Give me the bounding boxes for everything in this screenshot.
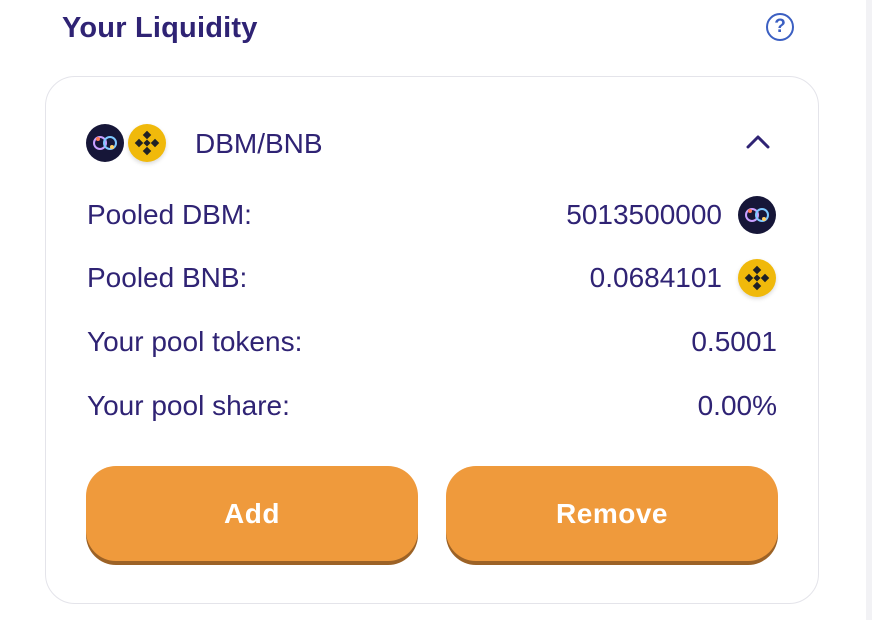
remove-button[interactable]: Remove xyxy=(446,466,778,561)
bnb-token-icon xyxy=(738,259,776,297)
pool-share-label: Your pool share: xyxy=(87,390,290,421)
pair-name: DBM/BNB xyxy=(195,128,323,159)
question-circle-icon[interactable]: ? xyxy=(766,13,794,41)
pool-tokens-value: 0.5001 xyxy=(691,326,777,357)
dbm-token-icon xyxy=(738,196,776,234)
pooled-dbm-label: Pooled DBM: xyxy=(87,199,252,230)
pooled-bnb-label: Pooled BNB: xyxy=(87,262,248,293)
dbm-token-icon xyxy=(86,124,124,162)
pool-share-value: 0.00% xyxy=(697,390,777,421)
bnb-token-icon xyxy=(128,124,166,162)
page-title: Your Liquidity xyxy=(62,12,258,44)
scrollbar-track xyxy=(866,0,872,620)
add-button[interactable]: Add xyxy=(86,466,418,561)
pair-icons xyxy=(86,122,170,164)
chevron-up-icon[interactable] xyxy=(744,130,772,154)
pooled-dbm-value: 5013500000 xyxy=(566,199,722,230)
pool-tokens-label: Your pool tokens: xyxy=(87,326,303,357)
pooled-bnb-value: 0.0684101 xyxy=(589,262,722,293)
